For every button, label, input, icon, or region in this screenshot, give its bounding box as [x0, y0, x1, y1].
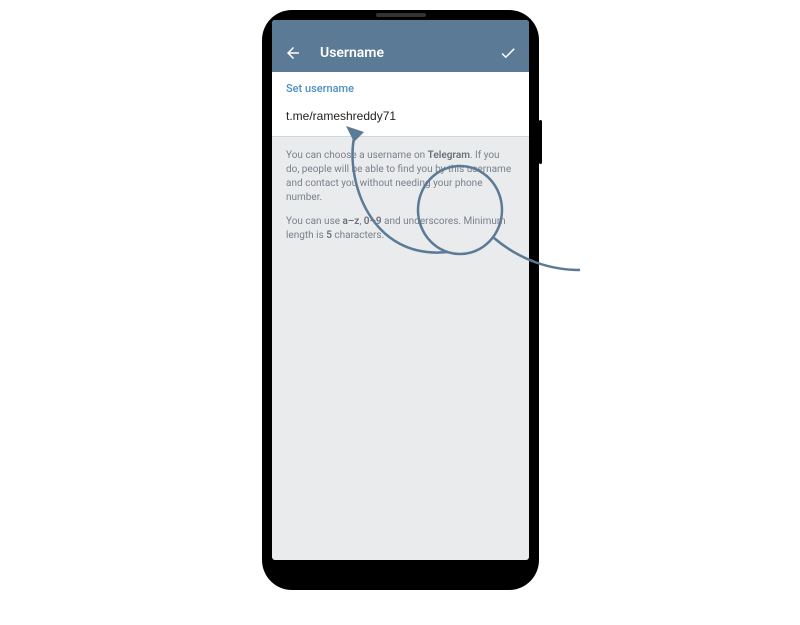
- side-button: [539, 120, 542, 164]
- status-bar: [272, 20, 529, 34]
- back-arrow-icon[interactable]: [284, 44, 302, 62]
- page-title: Username: [320, 45, 499, 61]
- info-paragraph-1: You can choose a username on Telegram. I…: [286, 149, 515, 205]
- info-paragraph-2: You can use a–z, 0–9 and underscores. Mi…: [286, 215, 515, 243]
- phone-screen: Username Set username You can choose a u…: [272, 20, 529, 560]
- phone-speaker: [376, 13, 426, 17]
- username-section: Set username: [272, 72, 529, 137]
- section-label: Set username: [286, 82, 515, 95]
- username-input[interactable]: [286, 109, 515, 123]
- info-block: You can choose a username on Telegram. I…: [272, 137, 529, 265]
- app-header: Username: [272, 34, 529, 72]
- phone-frame: Username Set username You can choose a u…: [262, 10, 539, 590]
- confirm-check-icon[interactable]: [499, 44, 517, 62]
